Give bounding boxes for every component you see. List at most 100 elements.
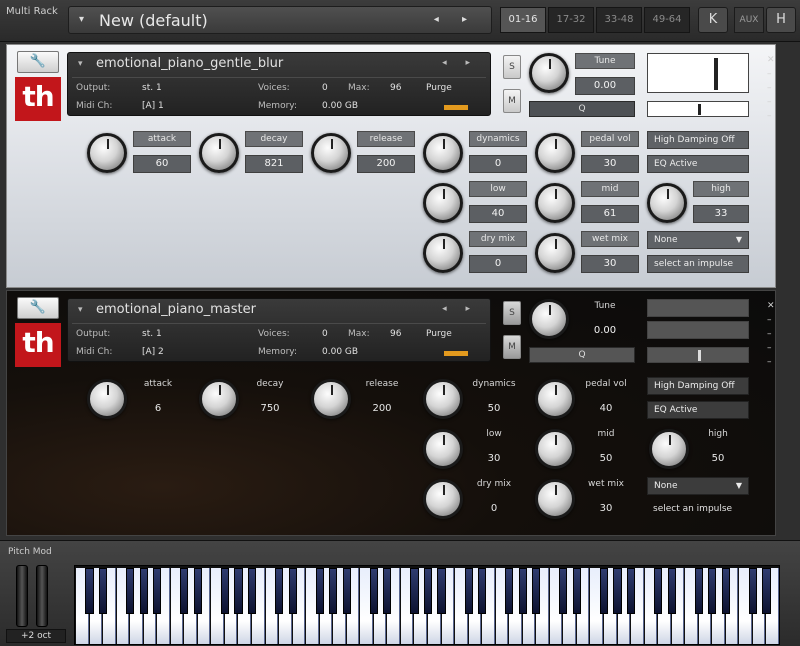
attack-knob[interactable] bbox=[87, 133, 127, 173]
volume-meter-top[interactable] bbox=[647, 299, 749, 317]
black-key[interactable] bbox=[762, 568, 771, 614]
high-damping-toggle[interactable]: High Damping Off bbox=[647, 131, 749, 149]
attack-knob[interactable] bbox=[87, 379, 127, 419]
mute-button[interactable]: M bbox=[503, 89, 521, 113]
max-value[interactable]: 96 bbox=[390, 83, 401, 93]
decay-knob[interactable] bbox=[199, 133, 239, 173]
rack-name-field[interactable]: ▾ New (default) ◂ ▸ bbox=[68, 6, 492, 34]
black-key[interactable] bbox=[464, 568, 473, 614]
black-key[interactable] bbox=[410, 568, 419, 614]
black-key[interactable] bbox=[572, 568, 581, 614]
panel-side-controls[interactable]: ✕ – – – – bbox=[767, 299, 775, 369]
volume-meter[interactable] bbox=[647, 53, 749, 93]
black-key[interactable] bbox=[139, 568, 148, 614]
black-key[interactable] bbox=[85, 568, 94, 614]
tab-midi-33-48[interactable]: 33-48 bbox=[596, 7, 642, 33]
black-key[interactable] bbox=[220, 568, 229, 614]
h-button[interactable]: H bbox=[766, 7, 796, 33]
output-value[interactable]: st. 1 bbox=[142, 83, 162, 93]
mute-button[interactable]: M bbox=[503, 335, 521, 359]
tune-knob[interactable] bbox=[529, 299, 569, 339]
dry-mix-knob[interactable] bbox=[423, 479, 463, 519]
wrench-icon[interactable]: 🔧 bbox=[17, 51, 59, 73]
rack-prev-next-arrows[interactable]: ◂ ▸ bbox=[434, 14, 477, 25]
midi-channel-value[interactable]: [A] 2 bbox=[142, 347, 164, 357]
instrument-name[interactable]: emotional_piano_master bbox=[96, 302, 256, 317]
black-key[interactable] bbox=[99, 568, 108, 614]
black-key[interactable] bbox=[342, 568, 351, 614]
tune-knob[interactable] bbox=[529, 53, 569, 93]
eq-active-toggle[interactable]: EQ Active bbox=[647, 155, 749, 173]
piano-keyboard[interactable] bbox=[74, 565, 780, 645]
pan-slider[interactable] bbox=[647, 101, 749, 117]
solo-button[interactable]: S bbox=[503, 55, 521, 79]
black-key[interactable] bbox=[505, 568, 514, 614]
purge-button[interactable]: Purge bbox=[426, 329, 452, 339]
black-key[interactable] bbox=[518, 568, 527, 614]
tab-midi-01-16[interactable]: 01-16 bbox=[500, 7, 546, 33]
chevron-down-icon[interactable]: ▾ bbox=[79, 14, 84, 25]
octave-selector[interactable]: +2 oct bbox=[6, 629, 66, 643]
decay-knob[interactable] bbox=[199, 379, 239, 419]
black-key[interactable] bbox=[721, 568, 730, 614]
aux-button[interactable]: AUX bbox=[734, 7, 764, 33]
tab-midi-49-64[interactable]: 49-64 bbox=[644, 7, 690, 33]
high-knob[interactable] bbox=[647, 183, 687, 223]
high-damping-toggle[interactable]: High Damping Off bbox=[647, 377, 749, 395]
black-key[interactable] bbox=[599, 568, 609, 614]
black-key[interactable] bbox=[423, 568, 433, 614]
purge-button[interactable]: Purge bbox=[426, 83, 452, 93]
tab-midi-17-32[interactable]: 17-32 bbox=[548, 7, 594, 33]
black-key[interactable] bbox=[193, 568, 202, 614]
max-value[interactable]: 96 bbox=[390, 329, 401, 339]
black-key[interactable] bbox=[153, 568, 162, 614]
output-value[interactable]: st. 1 bbox=[142, 329, 162, 339]
black-key[interactable] bbox=[126, 568, 135, 614]
black-key[interactable] bbox=[478, 568, 487, 614]
wet-mix-knob[interactable] bbox=[535, 233, 575, 273]
black-key[interactable] bbox=[315, 568, 324, 614]
instrument-nav-arrows[interactable]: ◂ ▸ bbox=[442, 58, 478, 68]
pedal-vol-knob[interactable] bbox=[535, 133, 575, 173]
mid-knob[interactable] bbox=[535, 429, 575, 469]
high-knob[interactable] bbox=[649, 429, 689, 469]
black-key[interactable] bbox=[437, 568, 446, 614]
pitch-wheel[interactable] bbox=[16, 565, 28, 627]
impulse-select[interactable]: None ▼ bbox=[647, 477, 749, 495]
solo-button[interactable]: S bbox=[503, 301, 521, 325]
midi-channel-value[interactable]: [A] 1 bbox=[142, 101, 164, 111]
dynamics-knob[interactable] bbox=[423, 133, 463, 173]
wet-mix-knob[interactable] bbox=[535, 479, 575, 519]
volume-meter-bottom[interactable] bbox=[647, 321, 749, 339]
black-key[interactable] bbox=[180, 568, 189, 614]
black-key[interactable] bbox=[275, 568, 284, 614]
black-key[interactable] bbox=[329, 568, 338, 614]
black-key[interactable] bbox=[748, 568, 757, 614]
black-key[interactable] bbox=[667, 568, 676, 614]
q-button[interactable]: Q bbox=[529, 101, 635, 117]
panel-side-controls[interactable]: ✕ – – – – bbox=[767, 53, 775, 123]
black-key[interactable] bbox=[694, 568, 703, 614]
black-key[interactable] bbox=[288, 568, 297, 614]
release-knob[interactable] bbox=[311, 379, 351, 419]
impulse-select[interactable]: None ▼ bbox=[647, 231, 749, 249]
black-key[interactable] bbox=[532, 568, 541, 614]
wrench-icon[interactable]: 🔧 bbox=[17, 297, 59, 319]
instrument-nav-arrows[interactable]: ◂ ▸ bbox=[442, 304, 478, 314]
kontakt-logo-icon[interactable]: K bbox=[698, 7, 728, 33]
black-key[interactable] bbox=[559, 568, 568, 614]
black-key[interactable] bbox=[708, 568, 717, 614]
q-button[interactable]: Q bbox=[529, 347, 635, 363]
black-key[interactable] bbox=[383, 568, 392, 614]
mod-wheel[interactable] bbox=[36, 565, 48, 627]
black-key[interactable] bbox=[613, 568, 622, 614]
eq-active-toggle[interactable]: EQ Active bbox=[647, 401, 749, 419]
release-knob[interactable] bbox=[311, 133, 351, 173]
low-knob[interactable] bbox=[423, 429, 463, 469]
low-knob[interactable] bbox=[423, 183, 463, 223]
dynamics-knob[interactable] bbox=[423, 379, 463, 419]
black-key[interactable] bbox=[369, 568, 378, 614]
pedal-vol-knob[interactable] bbox=[535, 379, 575, 419]
instrument-name[interactable]: emotional_piano_gentle_blur bbox=[96, 56, 283, 71]
black-key[interactable] bbox=[247, 568, 257, 614]
